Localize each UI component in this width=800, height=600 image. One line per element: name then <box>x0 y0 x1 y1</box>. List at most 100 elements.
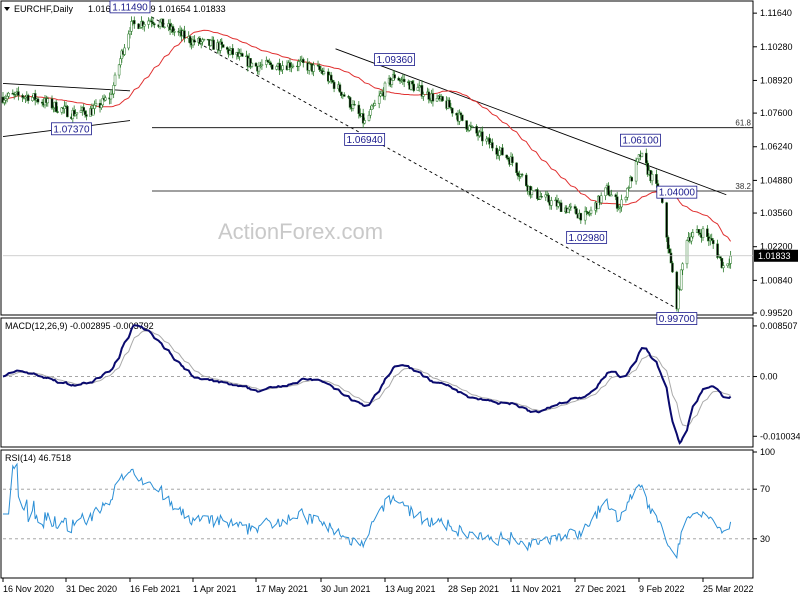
candle-body <box>559 202 563 212</box>
candle-body <box>668 248 671 254</box>
candle-body <box>50 98 54 109</box>
candle-body <box>525 174 528 187</box>
macd-y-tick-label: 0.008507 <box>760 321 798 331</box>
candle-body <box>31 97 34 101</box>
candle-body <box>153 23 156 26</box>
candle-body <box>610 194 613 197</box>
candle-body <box>701 228 705 238</box>
price-callout: 1.07370 <box>51 122 92 135</box>
candle-body <box>589 209 593 214</box>
candle-body <box>402 78 406 82</box>
candle-body <box>604 187 607 196</box>
candle-body <box>278 63 281 71</box>
candle-body <box>79 110 83 113</box>
candle-body <box>93 104 96 109</box>
candle-body <box>505 154 508 159</box>
price-callout: 1.09360 <box>374 53 415 66</box>
macd-y-tick-label: 0.00 <box>760 372 778 382</box>
price-callout-label: 1.04000 <box>659 188 696 199</box>
candle-body <box>645 152 648 164</box>
rsi-y-tick-label: 70 <box>760 484 770 494</box>
candle-body <box>266 60 270 63</box>
candle-body <box>193 39 196 43</box>
price-y-tick-label: 0.99520 <box>760 308 793 318</box>
candle-body <box>254 62 258 67</box>
price-callout: 1.11490 <box>109 0 151 13</box>
candle-body <box>343 94 346 97</box>
candle-body <box>383 82 387 97</box>
candle-body <box>225 47 229 50</box>
candle-body <box>706 228 709 238</box>
candle-body <box>711 239 715 245</box>
price-y-tick-label: 1.00840 <box>760 275 793 285</box>
x-tick-label: 16 Nov 2020 <box>3 584 54 594</box>
candle-body <box>119 58 122 66</box>
candle-body <box>161 18 165 28</box>
candle-body <box>163 26 166 29</box>
candle-body <box>269 62 273 65</box>
candle-body <box>679 269 683 290</box>
last-price-label: 1.01833 <box>758 251 791 261</box>
candle-body <box>329 74 333 81</box>
candle-body <box>690 236 693 242</box>
rsi-y-tick-label: 30 <box>760 534 770 544</box>
watermark: ActionForex.com <box>218 219 383 244</box>
candle-body <box>431 93 435 102</box>
candle-body <box>91 108 95 116</box>
price-callout: 1.06100 <box>620 133 661 147</box>
candle <box>221 44 225 48</box>
x-tick-label: 27 Dec 2021 <box>575 584 626 594</box>
candle <box>66 104 69 118</box>
candle-body <box>471 126 474 128</box>
candle-body <box>393 74 396 79</box>
candle-body <box>455 113 458 116</box>
candle <box>461 114 464 122</box>
x-tick-label: 31 Dec 2020 <box>66 584 117 594</box>
candle-body <box>75 112 79 115</box>
candle-body <box>451 107 454 114</box>
candle-body <box>634 161 638 182</box>
candle-body <box>312 64 315 72</box>
candle-body <box>583 210 587 221</box>
candle-body <box>318 65 321 71</box>
candle-body <box>202 38 206 41</box>
candle <box>640 152 644 158</box>
candle-body <box>353 104 356 106</box>
candle-body <box>104 97 107 101</box>
candle-body <box>74 113 77 116</box>
price-symbol-label: EURCHF,Daily <box>14 4 74 14</box>
price-callout: 1.04000 <box>656 185 698 199</box>
candle-body <box>332 81 336 89</box>
macd-panel-frame <box>0 317 754 448</box>
candle-body <box>685 240 689 265</box>
candle-body <box>485 138 488 142</box>
candle-body <box>540 196 543 198</box>
candle-body <box>665 202 668 238</box>
candle-body <box>367 114 371 121</box>
candle-body <box>348 97 352 108</box>
candle-body <box>3 99 6 103</box>
candle-body <box>54 101 58 112</box>
candle-body <box>530 189 534 195</box>
candle-body <box>123 47 126 55</box>
candle-body <box>357 104 361 114</box>
candle-body <box>412 83 416 91</box>
candle-body <box>228 50 232 55</box>
candle-body <box>5 96 9 100</box>
candle-body <box>397 77 400 81</box>
fib-level-label: 61.8 <box>735 119 751 128</box>
x-tick-label: 9 Feb 2022 <box>639 584 685 594</box>
price-y-tick-label: 1.11640 <box>760 8 792 18</box>
candle-body <box>291 65 295 68</box>
candle-body <box>677 288 680 310</box>
price-callout-label: 1.06940 <box>347 135 384 146</box>
candle-body <box>7 92 10 97</box>
candle-body <box>575 208 578 215</box>
candle-body <box>83 110 87 115</box>
candle-body <box>109 94 113 100</box>
candle-body <box>630 177 633 182</box>
candle <box>271 64 274 70</box>
candle-body <box>250 62 254 67</box>
price-callout-label: 0.99700 <box>659 314 696 325</box>
price-y-tick-label: 1.06240 <box>760 142 793 152</box>
